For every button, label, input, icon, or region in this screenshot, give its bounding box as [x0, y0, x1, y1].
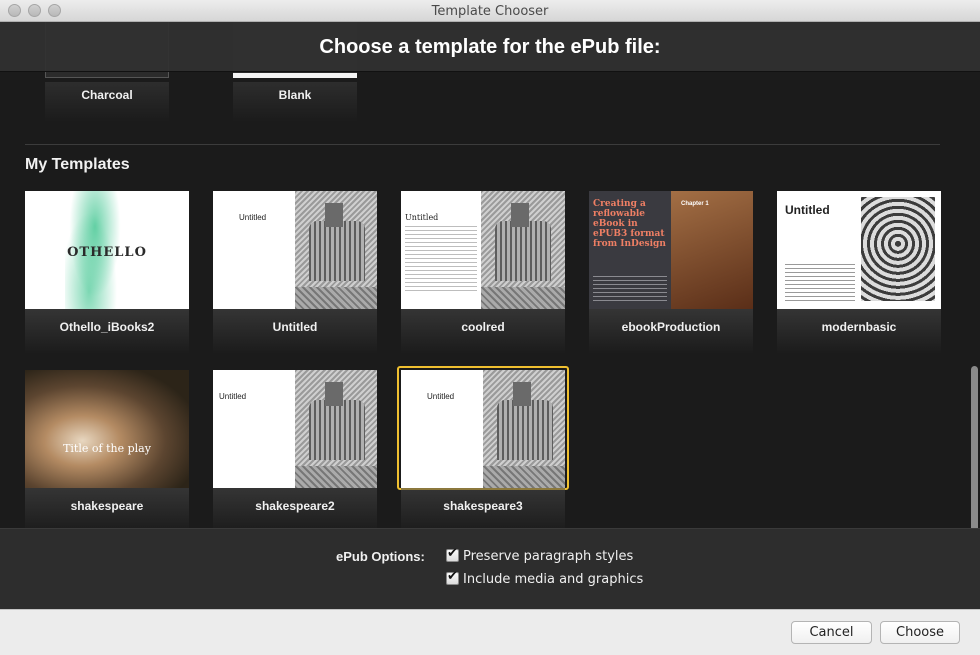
- window-title: Template Chooser: [431, 4, 549, 19]
- template-tile-othello[interactable]: OTHELLO Othello_iBooks2: [25, 191, 189, 354]
- thumb-title: Untitled: [219, 392, 247, 401]
- template-label: shakespeare: [70, 499, 144, 513]
- choose-button[interactable]: Choose: [880, 621, 960, 644]
- include-media-checkbox[interactable]: ✔: [446, 569, 459, 585]
- thumb-title: Title of the play: [63, 442, 151, 455]
- epub-options-label: ePub Options:: [336, 549, 425, 564]
- globe-theatre-engraving: [483, 370, 565, 488]
- template-thumbnail[interactable]: Untitled: [777, 191, 941, 309]
- template-thumbnail[interactable]: Creating a reflowable eBook in ePUB3 for…: [589, 191, 753, 309]
- template-label: coolred: [461, 320, 505, 334]
- thumb-chapter: Chapter 1: [681, 201, 709, 207]
- cancel-button[interactable]: Cancel: [791, 621, 872, 644]
- template-label: Othello_iBooks2: [59, 320, 155, 334]
- template-thumbnail[interactable]: Untitled: [401, 370, 565, 488]
- dialog-heading: Choose a template for the ePub file:: [319, 36, 661, 58]
- template-label: shakespeare3: [443, 499, 523, 513]
- epub-options-panel: ePub Options: ✔ Preserve paragraph style…: [0, 528, 980, 609]
- globe-theatre-engraving: [295, 191, 377, 309]
- thumb-title: OTHELLO: [67, 245, 147, 260]
- thumb-body-text: [405, 223, 477, 293]
- vertical-scrollbar[interactable]: [971, 366, 978, 528]
- template-label-blank: Blank: [278, 88, 312, 102]
- template-label: ebookProduction: [621, 320, 721, 334]
- hands-photo: [671, 191, 753, 309]
- template-label: shakespeare2: [255, 499, 335, 513]
- checkmark-icon: ✔: [447, 569, 458, 584]
- template-tile-ebookproduction[interactable]: Creating a reflowable eBook in ePUB3 for…: [589, 191, 753, 354]
- preserve-paragraph-styles-label[interactable]: Preserve paragraph styles: [463, 549, 633, 564]
- dialog-footer: Cancel Choose: [0, 609, 980, 655]
- flower-photo: [861, 197, 935, 301]
- painting-illustration: [25, 370, 189, 488]
- template-thumbnail[interactable]: Title of the play: [25, 370, 189, 488]
- include-media-label[interactable]: Include media and graphics: [463, 572, 643, 587]
- template-tile-coolred[interactable]: Untitled coolred: [401, 191, 565, 354]
- template-thumbnail[interactable]: Untitled: [213, 191, 377, 309]
- thumb-title: Untitled: [239, 213, 267, 222]
- template-label-charcoal: Charcoal: [81, 88, 133, 102]
- title-bar: Template Chooser: [0, 0, 980, 22]
- template-thumbnail[interactable]: Untitled: [213, 370, 377, 488]
- globe-theatre-engraving: [481, 191, 565, 309]
- globe-theatre-engraving: [295, 370, 377, 488]
- template-tile-untitled[interactable]: Untitled Untitled: [213, 191, 377, 354]
- template-thumbnail[interactable]: Untitled: [401, 191, 565, 309]
- template-label: Untitled: [272, 320, 318, 334]
- template-tile-shakespeare2[interactable]: Untitled shakespeare2: [213, 370, 377, 528]
- thumb-title: Untitled: [405, 213, 439, 222]
- thumb-body-text: [593, 273, 667, 303]
- template-tile-shakespeare[interactable]: Title of the play shakespeare: [25, 370, 189, 528]
- template-label: modernbasic: [821, 320, 897, 334]
- thumb-body-text: [785, 261, 855, 303]
- thumb-title: Creating a reflowable eBook in ePUB3 for…: [593, 199, 666, 249]
- template-gallery[interactable]: Charcoal Blank My Templates OTHELLO Othe…: [0, 22, 980, 528]
- template-tile-modernbasic[interactable]: Untitled modernbasic: [777, 191, 941, 354]
- thumb-title: Untitled: [785, 203, 830, 217]
- template-thumbnail[interactable]: OTHELLO: [25, 191, 189, 309]
- section-title-my-templates: My Templates: [25, 156, 130, 173]
- preserve-paragraph-styles-checkbox[interactable]: ✔: [446, 546, 459, 562]
- template-tile-shakespeare3[interactable]: Untitled shakespeare3: [397, 366, 569, 528]
- checkmark-icon: ✔: [447, 546, 458, 561]
- template-chooser-window: Template Chooser Charcoal Blank My Templ…: [0, 0, 980, 655]
- thumb-title: Untitled: [427, 392, 455, 401]
- section-divider: [25, 144, 940, 145]
- dialog-header: Choose a template for the ePub file:: [0, 22, 980, 72]
